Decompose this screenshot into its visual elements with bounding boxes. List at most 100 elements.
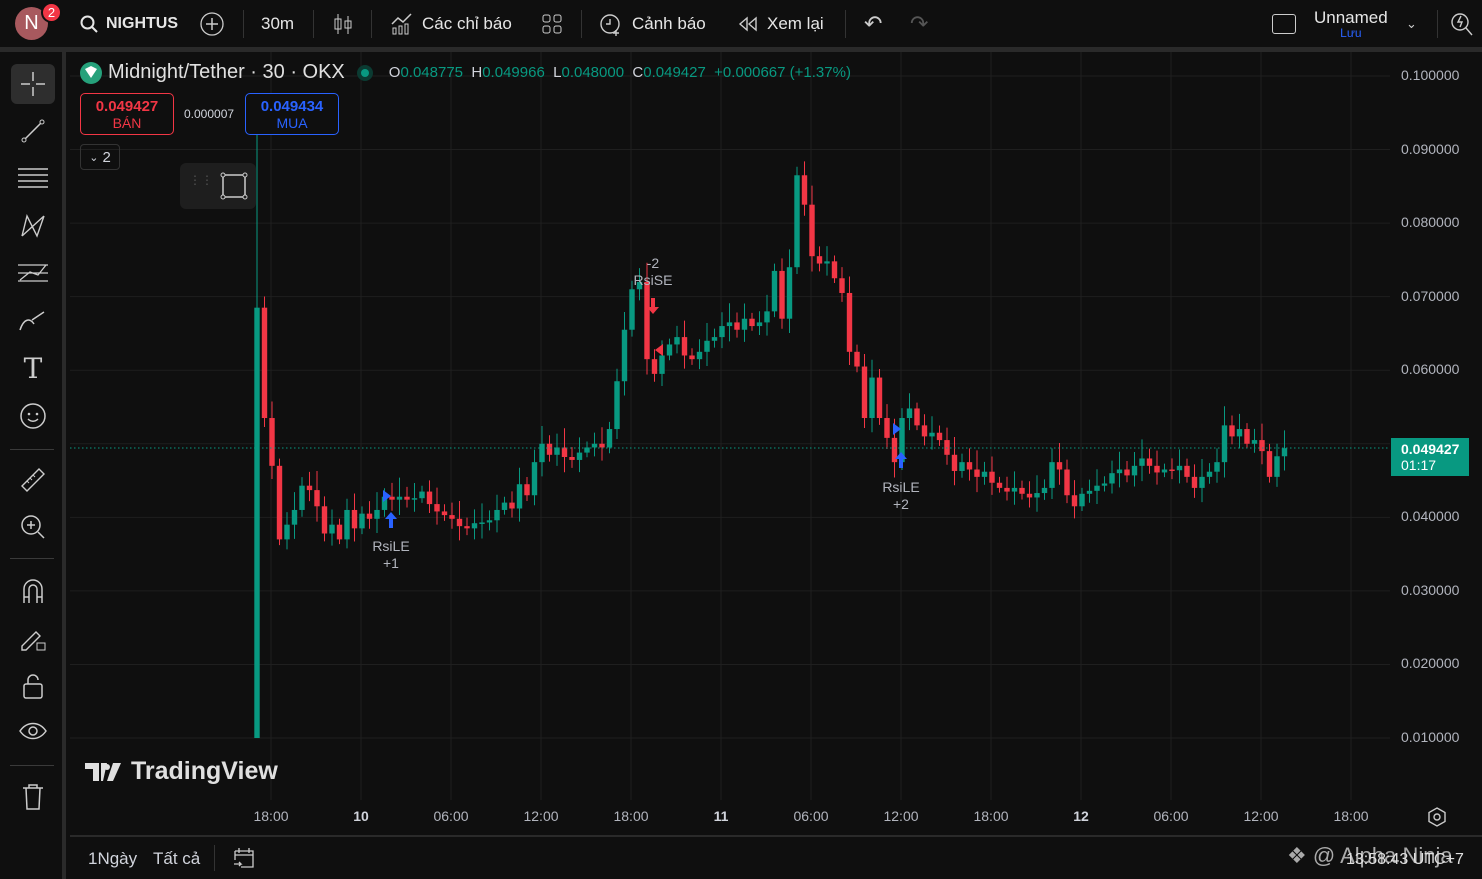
quick-search-button[interactable] <box>1450 0 1474 47</box>
candle-body <box>276 465 283 540</box>
spread-value: 0.000007 <box>184 107 235 121</box>
projection-icon <box>18 264 48 282</box>
text-tool[interactable]: T <box>11 348 55 388</box>
layout-checkbox[interactable] <box>1272 0 1296 47</box>
sell-button[interactable]: 0.049427 BÁN <box>80 93 174 135</box>
layout-name: Unnamed <box>1314 7 1388 27</box>
zoom-in-tool[interactable] <box>11 507 55 547</box>
candle-body <box>284 524 290 540</box>
candle-body <box>959 462 965 471</box>
clock[interactable]: 13:58:43 UTC+7 <box>1346 851 1464 869</box>
compare-symbol-button[interactable] <box>200 0 224 47</box>
interval-button[interactable]: 30m <box>261 0 294 47</box>
rewind-icon <box>738 15 757 32</box>
range-all-button[interactable]: Tất cả <box>153 849 200 869</box>
time-axis-label: 18:00 <box>253 808 289 824</box>
candle-body <box>329 524 335 534</box>
lock-tool[interactable] <box>11 666 55 706</box>
candle-body <box>681 337 688 356</box>
range-1d-button[interactable]: 1Ngày <box>88 849 137 869</box>
crosshair-icon <box>21 72 45 96</box>
candle-body <box>569 457 575 460</box>
candle-body <box>1109 473 1115 484</box>
candle-body <box>359 513 365 529</box>
candle-body <box>1214 462 1220 472</box>
candle-body <box>876 377 883 419</box>
candle-body <box>524 484 530 496</box>
candle-body <box>801 175 808 205</box>
candle-body <box>1011 487 1018 492</box>
candle-body <box>546 443 553 455</box>
indicators-label: Các chỉ báo <box>422 13 512 33</box>
buy-arrow-icon <box>385 512 397 528</box>
templates-button[interactable] <box>541 0 563 47</box>
candle-body <box>576 452 583 460</box>
rectangle-select-icon[interactable] <box>220 172 248 200</box>
candle-body <box>1064 469 1070 496</box>
price-axis-label: 0.030000 <box>1401 581 1460 598</box>
candle-body <box>1259 440 1265 452</box>
time-axis-label: 06:00 <box>1153 808 1189 824</box>
candle-body <box>486 520 493 523</box>
crosshair-tool[interactable] <box>11 64 55 104</box>
candle-body <box>726 322 733 327</box>
candle-body <box>1184 465 1190 477</box>
time-axis-label: 18:00 <box>1333 808 1369 824</box>
layout-dropdown[interactable]: ⌄ <box>1406 0 1417 47</box>
candle-body <box>974 469 980 477</box>
candle-body <box>651 359 658 374</box>
emoji-tool[interactable] <box>11 396 55 436</box>
fib-tool[interactable] <box>11 158 55 198</box>
candle-body <box>1071 495 1078 507</box>
current-price-label: 0.049427 01:17 <box>1391 438 1469 476</box>
candle-body <box>906 408 913 419</box>
candle-body <box>471 523 478 529</box>
candle-body <box>861 366 868 419</box>
candle-body <box>1169 469 1175 472</box>
candle-body <box>606 429 613 448</box>
alerts-button[interactable]: Cảnh báo <box>598 0 706 47</box>
magnet-tool[interactable] <box>11 571 55 611</box>
binance-logo-icon: ❖ <box>1287 843 1307 868</box>
candlestick-chart <box>70 52 1390 800</box>
candle-body <box>981 471 988 477</box>
floating-drawing-toolbar: ⋮⋮ <box>180 163 256 209</box>
drawing-mode-tool[interactable] <box>11 618 55 658</box>
trend-line-tool[interactable] <box>11 111 55 151</box>
forecast-tool[interactable] <box>11 253 55 293</box>
delete-tool[interactable] <box>11 777 55 817</box>
indicators-collapse-button[interactable]: ⌄ 2 <box>80 144 120 170</box>
candle-body <box>1026 493 1033 498</box>
trade-marker-label: -2 RsiSE <box>633 255 673 288</box>
visibility-tool[interactable] <box>11 713 55 753</box>
symbol-search-button[interactable]: NIGHTUS <box>80 0 178 47</box>
drag-handle-icon[interactable]: ⋮⋮ <box>189 174 213 186</box>
chart-settings-button[interactable] <box>1426 806 1448 833</box>
replay-button[interactable]: Xem lại <box>737 0 824 47</box>
candle-body <box>599 443 605 448</box>
candle-body <box>756 322 763 327</box>
brush-tool[interactable] <box>11 301 55 341</box>
pattern-tool[interactable] <box>11 206 55 246</box>
horizontal-lines-icon <box>18 168 48 188</box>
time-axis-label: 12:00 <box>523 808 559 824</box>
candle-body <box>344 509 350 540</box>
top-toolbar: N 2 NIGHTUS 30m Các chỉ báo Cảnh báo Xem… <box>0 0 1482 47</box>
candle-body <box>1116 469 1123 474</box>
buy-button[interactable]: 0.049434 MUA <box>245 93 339 135</box>
interval-label: 30m <box>261 13 295 33</box>
candle-body <box>749 318 755 327</box>
undo-button[interactable]: ↶ <box>864 0 882 47</box>
candle-body <box>696 351 703 360</box>
layout-name-button[interactable]: Unnamed Lưu <box>1314 0 1388 47</box>
price-axis-label: 0.060000 <box>1401 361 1460 378</box>
symbol-title[interactable]: Midnight/Tether · 30 · OKX <box>108 61 345 84</box>
candle-body <box>419 491 425 499</box>
redo-button[interactable]: ↷ <box>910 0 928 47</box>
candle-body <box>674 337 680 345</box>
indicators-button[interactable]: Các chỉ báo <box>390 0 512 47</box>
chart-pane[interactable] <box>70 52 1390 835</box>
go-to-date-button[interactable] <box>232 846 256 875</box>
chart-type-button[interactable] <box>332 0 354 47</box>
measure-tool[interactable] <box>11 460 55 500</box>
